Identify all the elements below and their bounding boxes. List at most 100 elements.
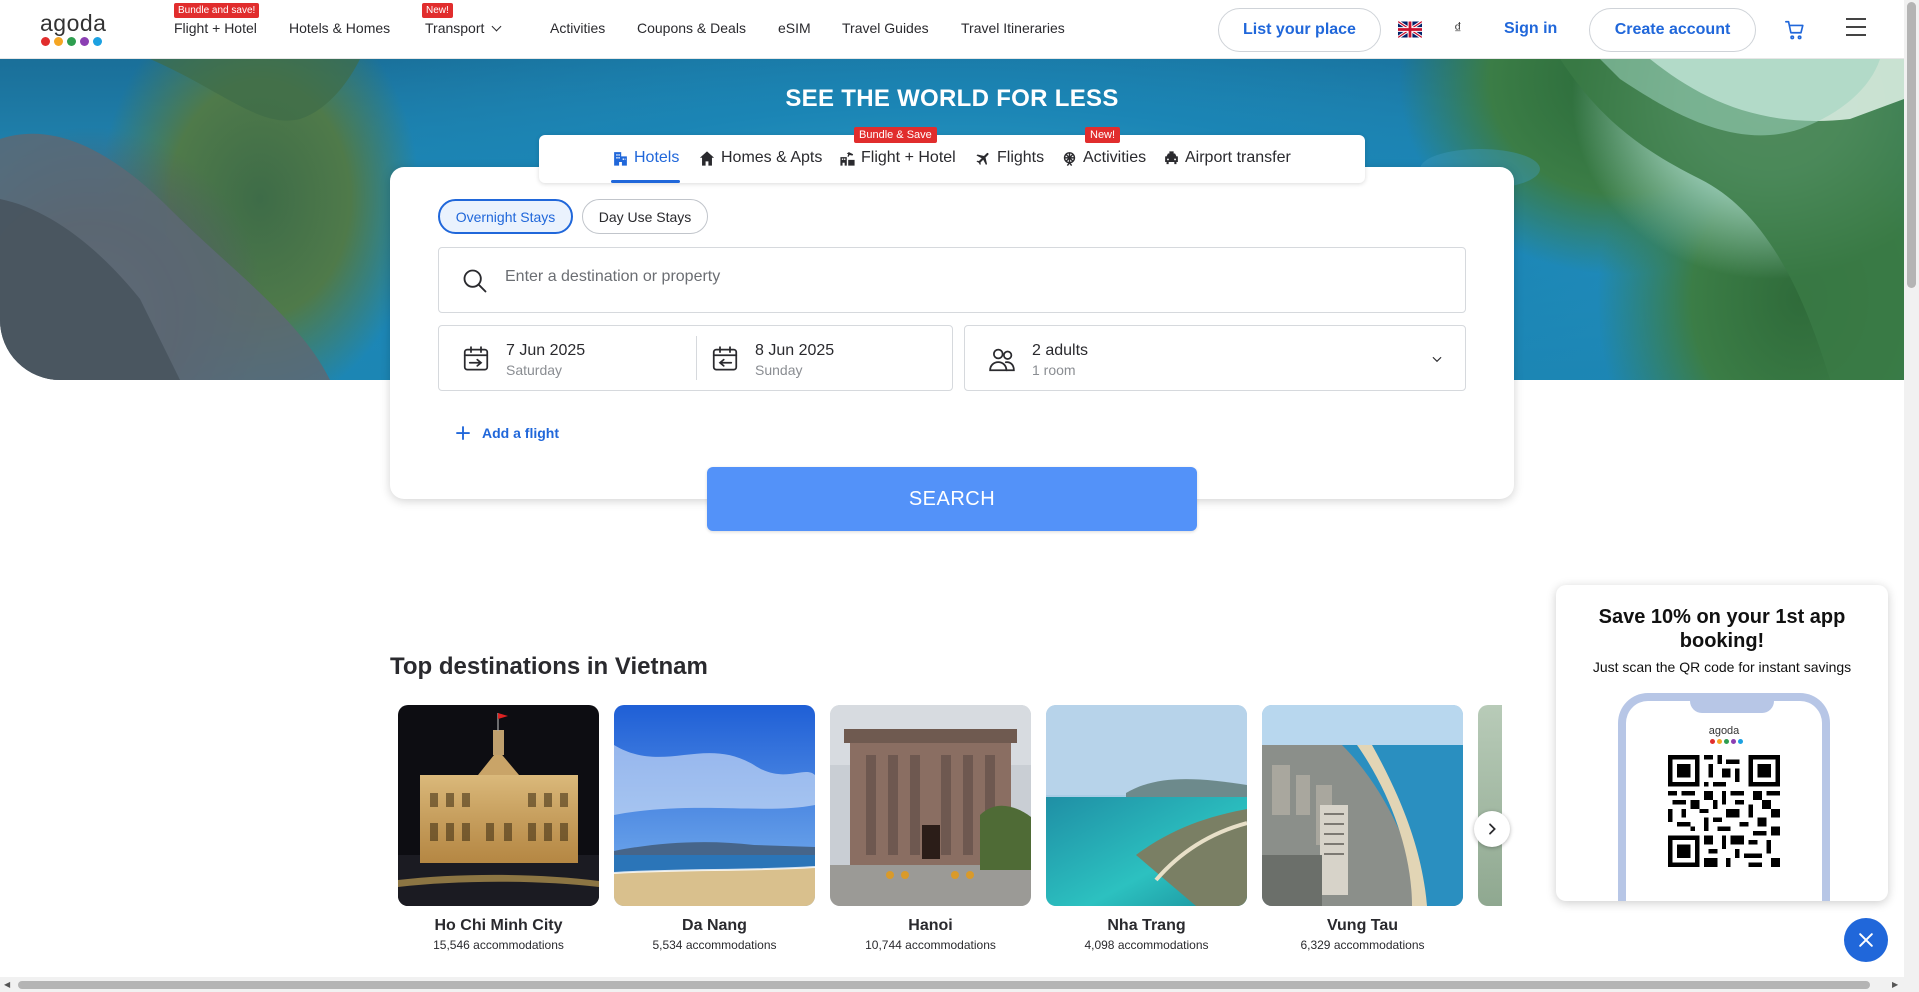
agoda-logo[interactable]: agoda [40,12,114,46]
check-out-date-value: 8 Jun 2025 [755,342,835,359]
nav-transport-label: Transport [425,20,485,36]
tab-flights[interactable]: Flights [975,149,1044,167]
destination-image [1262,705,1463,906]
tab-airport-transfer-label: Airport transfer [1185,149,1291,166]
phone-illustration: agoda [1618,693,1830,901]
scroll-right-arrow-icon[interactable]: ▶ [1892,980,1898,989]
tab-flight-hotel[interactable]: Bundle & Save Flight + Hotel [839,127,956,167]
destination-image [398,705,599,906]
destination-name: Da Nang [682,917,747,934]
tab-flights-label: Flights [997,149,1045,166]
top-destinations-title: Top destinations in Vietnam [390,653,708,680]
app-promo-popup: Save 10% on your 1st app booking! Just s… [1556,585,1888,901]
tab-airport-transfer[interactable]: Airport transfer [1163,149,1291,167]
vertical-scrollbar[interactable] [1904,0,1919,992]
destination-field[interactable] [438,247,1466,313]
destination-image [830,705,1031,906]
destination-card-vung-tau[interactable]: Vung Tau 6,329 accommodations [1262,705,1463,952]
search-card: Overnight Stays Day Use Stays 7 Jun 2025… [390,167,1514,499]
close-promo-button[interactable] [1844,918,1888,962]
destination-card-partial[interactable] [1478,705,1502,906]
check-in-date-value: 7 Jun 2025 [506,342,586,359]
nav-coupons-deals[interactable]: Coupons & Deals [637,20,746,36]
product-tabs: Hotels Homes & Apts Bundle & Save Flight… [539,127,1365,183]
day-use-stays-pill[interactable]: Day Use Stays [582,199,708,234]
sign-in-link[interactable]: Sign in [1504,20,1557,38]
carousel-next-button[interactable] [1474,811,1510,847]
cart-icon[interactable] [1784,19,1806,46]
add-flight-button[interactable]: Add a flight [454,424,559,442]
destination-count: 5,534 accommodations [652,938,777,952]
destination-name: Hanoi [908,917,953,934]
check-out-day: Sunday [755,362,803,378]
nav-flight-hotel[interactable]: Flight + Hotel [174,20,257,36]
vertical-scroll-thumb[interactable] [1907,2,1916,288]
nav-badge-bundle: Bundle and save! [174,3,260,18]
nav-travel-itineraries[interactable]: Travel Itineraries [961,20,1065,36]
guests-selector[interactable]: 2 adults 1 room [964,325,1466,391]
qr-code-icon [1668,755,1780,867]
check-out-date[interactable]: 8 Jun 2025 Sunday [697,326,954,390]
scroll-left-arrow-icon[interactable]: ◀ [4,980,10,989]
destination-image [1046,705,1247,906]
destination-name: Nha Trang [1107,917,1186,934]
car-icon [1165,150,1178,164]
destination-count: 6,329 accommodations [1300,938,1425,952]
overnight-stays-pill[interactable]: Overnight Stays [438,199,573,234]
nav-esim[interactable]: eSIM [778,20,811,36]
tab-homes-apts-label: Homes & Apts [721,149,823,166]
create-account-button[interactable]: Create account [1589,8,1756,52]
destination-input[interactable] [505,268,1405,286]
tab-badge-bundle-save: Bundle & Save [854,127,937,143]
destination-card-da-nang[interactable]: Da Nang 5,534 accommodations [614,705,815,952]
list-your-place-button[interactable]: List your place [1218,8,1381,52]
tab-activities-label: Activities [1083,149,1147,166]
top-header: agoda Bundle and save! Flight + Hotel Ho… [0,0,1904,59]
flight-hotel-icon [840,151,855,166]
horizontal-scrollbar[interactable]: ◀ ▶ [0,977,1904,992]
chevron-down-icon [1432,356,1442,363]
destination-count: 4,098 accommodations [1084,938,1209,952]
chevron-right-icon [1489,823,1496,835]
search-icon [463,269,487,293]
tab-activities[interactable]: New! Activities [1061,127,1147,167]
check-in-date[interactable]: 7 Jun 2025 Saturday [439,326,696,390]
hero-title: SEE THE WORLD FOR LESS [785,85,1119,112]
promo-logo-dots [1710,739,1743,744]
calendar-checkin-icon [463,346,489,371]
chevron-down-icon [491,21,502,32]
nav-hotels-homes[interactable]: Hotels & Homes [289,20,390,36]
destination-image [1478,705,1502,906]
tab-hotels-label: Hotels [634,149,680,166]
active-tab-indicator [611,180,680,183]
promo-subtitle: Just scan the QR code for instant saving… [1592,659,1852,675]
nav-activities[interactable]: Activities [550,20,605,36]
tab-badge-new: New! [1085,127,1121,143]
logo-dots [41,37,114,46]
hamburger-menu-icon[interactable] [1846,18,1866,42]
destination-count: 10,744 accommodations [865,938,996,952]
uk-flag-icon[interactable] [1398,21,1422,38]
tab-hotels[interactable]: Hotels [612,149,679,167]
rooms-count: 1 room [1032,362,1076,378]
add-flight-label: Add a flight [482,425,559,441]
destination-image [614,705,815,906]
destination-card-nha-trang[interactable]: Nha Trang 4,098 accommodations [1046,705,1247,952]
plane-icon [976,152,989,165]
activities-icon [1063,151,1076,166]
destination-count: 15,546 accommodations [433,938,564,952]
date-range-field: 7 Jun 2025 Saturday 8 Jun 2025 Sunday [438,325,953,391]
destination-name: Ho Chi Minh City [434,917,563,934]
search-button[interactable]: SEARCH [707,467,1197,531]
hotel-icon [614,151,627,166]
destination-card-hanoi[interactable]: Hanoi 10,744 accommodations [830,705,1031,952]
currency-selector[interactable]: ₫ [1454,20,1462,37]
nav-travel-guides[interactable]: Travel Guides [842,20,929,36]
destination-card-ho-chi-minh[interactable]: Ho Chi Minh City 15,546 accommodations [398,705,599,952]
tab-homes-apts[interactable]: Homes & Apts [698,149,822,167]
horizontal-scroll-thumb[interactable] [18,981,1870,989]
logo-text: agoda [40,10,107,36]
nav-transport[interactable]: Transport [425,20,502,36]
home-icon [699,150,715,166]
guests-icon [989,348,1015,372]
